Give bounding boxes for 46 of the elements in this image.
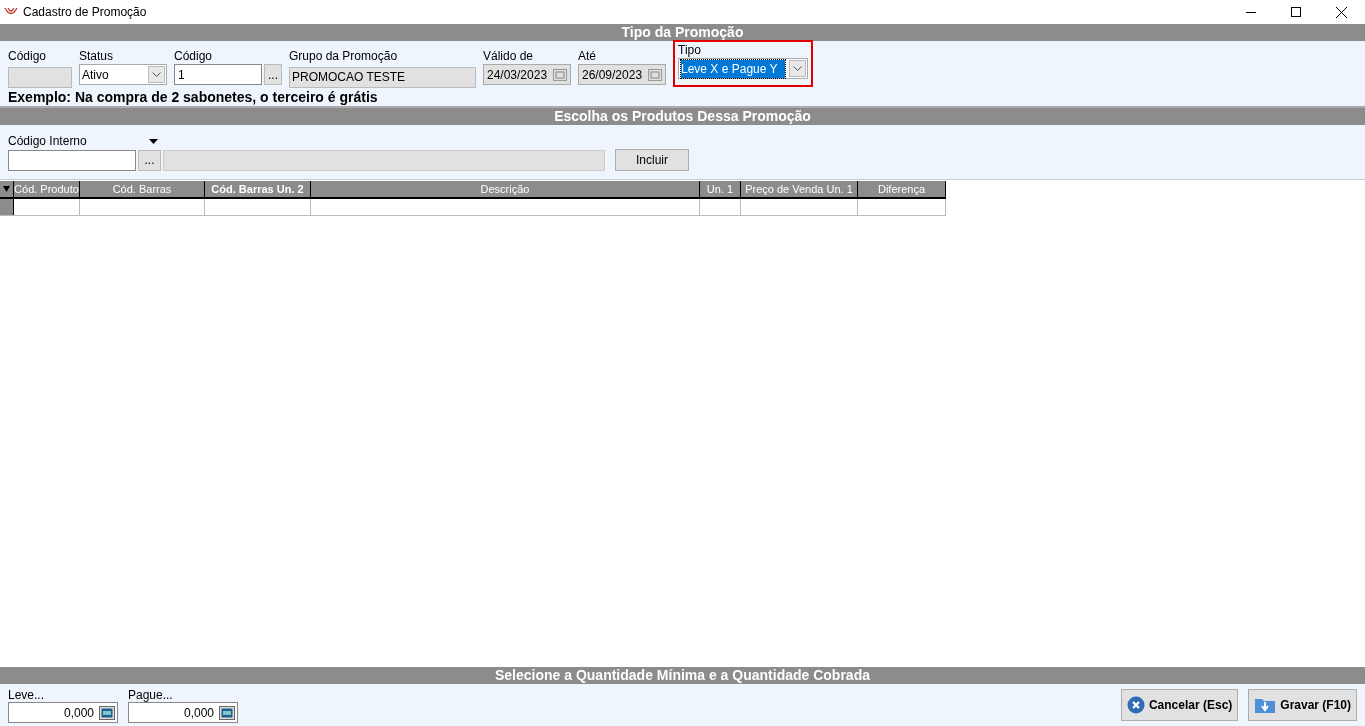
triangle-down-icon	[3, 186, 10, 192]
field-label: Válido de	[483, 49, 535, 63]
field-label: Leve...	[8, 688, 46, 702]
save-button[interactable]: Gravar (F10)	[1248, 689, 1357, 721]
dropdown-value: Ativo	[82, 66, 110, 84]
chevron-down-icon	[793, 66, 802, 71]
window-title: Cadastro de Promoção	[23, 4, 147, 21]
lookup-button[interactable]: ...	[264, 64, 282, 85]
number-field[interactable]: 0,000	[8, 702, 118, 723]
number-value: 0,000	[183, 704, 214, 722]
dropdown-arrow-icon[interactable]	[149, 138, 158, 144]
section-header: Escolha os Produtos Dessa Promoção	[0, 108, 1365, 125]
code-field[interactable]	[8, 149, 136, 171]
lookup-button[interactable]: ...	[138, 149, 161, 171]
calculator-icon[interactable]	[219, 705, 235, 720]
restore-icon[interactable]	[1291, 7, 1301, 17]
calculator-icon[interactable]	[99, 705, 115, 720]
dropdown-value: Leve X e Pague Y	[681, 59, 785, 78]
cancel-button[interactable]: Cancelar (Esc)	[1120, 689, 1239, 721]
date-value: 24/03/2023	[487, 66, 549, 84]
minimize-icon[interactable]	[1246, 11, 1256, 13]
dropdown-field[interactable]: Leve X e Pague Y	[678, 58, 808, 79]
folder-arrow-icon	[1254, 696, 1277, 714]
add-button[interactable]: Incluir	[615, 149, 689, 171]
dropdown-button[interactable]	[148, 66, 165, 83]
dropdown-button[interactable]	[789, 60, 806, 77]
section-header: Tipo da Promoção	[0, 24, 1365, 41]
field-label: Pague...	[128, 688, 174, 702]
close-icon[interactable]	[1336, 6, 1347, 18]
field-label: Código	[174, 49, 214, 63]
example-text: Exemplo: Na compra de 2 sabonetes, o terceiro é grátis	[8, 89, 379, 105]
date-value: 26/09/2023	[582, 66, 644, 84]
chevron-down-icon	[152, 72, 161, 77]
field-label: Status	[79, 49, 115, 63]
field-label: Código	[8, 49, 48, 63]
section-header: Selecione a Quantidade Mínima e a Quantidade Cobrada	[0, 667, 1365, 684]
number-value: 0,000	[63, 704, 94, 722]
close-circle-icon	[1126, 696, 1145, 714]
app-logo-icon	[4, 7, 18, 17]
field-label: Tipo	[678, 43, 702, 57]
field-label: Grupo da Promoção	[289, 49, 399, 63]
code-field[interactable]: 1	[174, 64, 262, 85]
field-label: Código Interno	[8, 134, 87, 148]
field-label: Até	[578, 49, 597, 63]
dropdown-field[interactable]: Ativo	[79, 64, 167, 85]
number-field[interactable]: 0,000	[128, 702, 238, 723]
